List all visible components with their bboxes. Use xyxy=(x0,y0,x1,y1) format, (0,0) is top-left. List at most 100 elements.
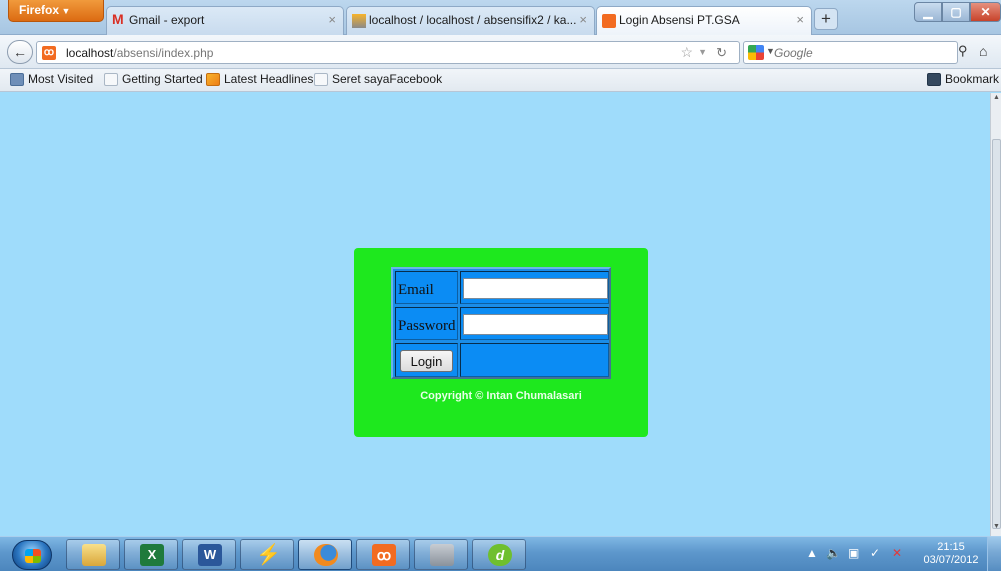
firefox-menu-label: Firefox xyxy=(19,3,60,17)
bookmarks-menu-label: Bookmark xyxy=(945,72,1000,86)
bookmark-getting-started[interactable]: Getting Started xyxy=(104,72,203,86)
folder-icon xyxy=(82,544,106,566)
search-bar[interactable]: ▼ xyxy=(743,41,958,64)
page-content: Email Password Login Copyright © Intan C… xyxy=(0,93,990,536)
google-icon[interactable] xyxy=(748,45,764,60)
taskbar-winamp[interactable]: ⚡ xyxy=(240,539,294,570)
dreamweaver-icon: d xyxy=(488,544,512,566)
url-dropdown-icon[interactable]: ▼ xyxy=(698,47,707,57)
page-icon xyxy=(104,73,118,86)
scroll-up-icon[interactable]: ▲ xyxy=(992,94,1001,104)
login-button[interactable]: Login xyxy=(400,350,453,372)
most-visited-icon xyxy=(10,73,24,86)
rss-icon xyxy=(206,73,220,86)
bookmark-label: Latest Headlines xyxy=(224,72,314,86)
xampp-icon: ꝏ xyxy=(372,544,396,566)
bookmark-star-icon[interactable]: ☆ xyxy=(680,44,693,61)
close-icon[interactable]: × xyxy=(328,12,336,27)
password-field[interactable] xyxy=(463,314,608,335)
reload-icon[interactable]: ↻ xyxy=(716,45,727,61)
page-icon xyxy=(314,73,328,86)
word-icon: W xyxy=(198,544,222,566)
address-bar[interactable]: ꝏ localhost/absensi/index.php ☆ ▼ ↻ xyxy=(36,41,740,64)
minimize-button[interactable]: ▁ xyxy=(914,2,942,22)
navigation-toolbar: ← ꝏ localhost/absensi/index.php ☆ ▼ ↻ ▼ … xyxy=(0,35,1001,69)
system-tray: ▲ 🔈 ▣ ✓ ✕ xyxy=(790,543,920,565)
vertical-scrollbar[interactable]: ▲ ▼ xyxy=(990,93,1001,536)
taskbar-clock[interactable]: 21:15 03/07/2012 xyxy=(922,541,980,567)
firefox-menu-button[interactable]: Firefox ▼ xyxy=(8,0,104,22)
show-desktop-button[interactable] xyxy=(987,537,1001,571)
taskbar-dreamweaver[interactable]: d xyxy=(472,539,526,570)
filezilla-icon xyxy=(430,544,454,566)
security-icon[interactable]: ✓ xyxy=(870,546,880,560)
device-icon[interactable]: ▣ xyxy=(848,546,859,560)
chevron-down-icon: ▼ xyxy=(59,6,71,16)
email-label-cell: Email xyxy=(395,271,458,304)
tab-phpmyadmin[interactable]: localhost / localhost / absensifix2 / ka… xyxy=(346,6,595,35)
new-tab-button[interactable]: + xyxy=(814,8,838,30)
home-icon[interactable]: ⌂ xyxy=(979,43,999,61)
bookmarks-toolbar: Most Visited Getting Started Latest Head… xyxy=(0,69,1001,92)
winamp-bolt-icon: ⚡ xyxy=(256,544,281,566)
bookmarks-icon xyxy=(927,73,941,86)
password-input-cell xyxy=(460,307,609,340)
scroll-down-icon[interactable]: ▼ xyxy=(992,523,1001,533)
tab-login-absensi[interactable]: Login Absensi PT.GSA × xyxy=(596,6,812,36)
bookmark-latest-headlines[interactable]: Latest Headlines xyxy=(206,72,313,86)
gmail-icon: M xyxy=(112,11,124,27)
login-button-cell: Login xyxy=(395,343,458,377)
taskbar-excel[interactable]: X xyxy=(124,539,178,570)
bookmark-label: Seret sayaFacebook xyxy=(332,72,443,86)
back-button[interactable]: ← xyxy=(7,40,33,64)
taskbar-firefox[interactable] xyxy=(298,539,352,570)
taskbar-xampp[interactable]: ꝏ xyxy=(356,539,410,570)
maximize-button[interactable]: ▢ xyxy=(942,2,970,22)
tab-label: localhost / localhost / absensifix2 / ka… xyxy=(369,13,577,27)
password-label-cell: Password xyxy=(395,307,458,340)
show-hidden-icons-icon[interactable]: ▲ xyxy=(806,546,818,560)
taskbar-word[interactable]: W xyxy=(182,539,236,570)
clock-time: 21:15 xyxy=(937,541,965,553)
back-arrow-icon: ← xyxy=(13,44,27,60)
clock-date: 03/07/2012 xyxy=(923,554,979,566)
bookmarks-menu[interactable]: Bookmark xyxy=(927,72,999,86)
password-label: Password xyxy=(398,318,456,334)
xampp-icon xyxy=(602,14,616,28)
windows-taskbar: X W ⚡ ꝏ d ▲ 🔈 ▣ ✓ ✕ 21:15 03/07/2012 xyxy=(0,536,1001,571)
close-icon[interactable]: × xyxy=(579,12,587,27)
tab-gmail[interactable]: M Gmail - export × xyxy=(106,6,344,35)
copyright-text: Copyright © Intan Chumalasari xyxy=(420,390,582,402)
email-input-cell xyxy=(460,271,609,304)
start-button[interactable] xyxy=(12,540,52,570)
bookmark-label: Getting Started xyxy=(122,72,203,86)
url-path: /absensi/index.php xyxy=(113,46,214,60)
empty-cell xyxy=(460,343,609,377)
close-icon[interactable]: × xyxy=(796,12,804,27)
scrollbar-thumb[interactable] xyxy=(992,139,1001,529)
windows-logo-icon xyxy=(25,549,41,563)
bookmark-seret-facebook[interactable]: Seret sayaFacebook xyxy=(314,72,442,86)
login-panel: Email Password Login Copyright © Intan C… xyxy=(354,248,648,437)
bookmark-most-visited[interactable]: Most Visited xyxy=(10,72,93,86)
phpmyadmin-icon xyxy=(352,14,366,28)
firefox-icon xyxy=(314,544,338,566)
volume-icon[interactable]: 🔈 xyxy=(826,546,841,560)
network-disconnected-icon[interactable]: ✕ xyxy=(892,546,902,560)
taskbar-explorer[interactable] xyxy=(66,539,120,570)
browser-titlebar: Firefox ▼ M Gmail - export × localhost /… xyxy=(0,0,1001,36)
bookmark-label: Most Visited xyxy=(28,72,94,86)
tab-label: Login Absensi PT.GSA xyxy=(619,13,740,27)
xampp-favicon-icon: ꝏ xyxy=(42,46,56,60)
url-host: localhost xyxy=(66,46,114,60)
login-form-table: Email Password Login xyxy=(391,267,611,379)
email-field[interactable] xyxy=(463,278,608,299)
excel-icon: X xyxy=(140,544,164,566)
email-label: Email xyxy=(398,282,434,298)
taskbar-filezilla[interactable] xyxy=(414,539,468,570)
search-input[interactable] xyxy=(774,43,924,62)
search-icon[interactable]: ⚲ xyxy=(958,43,974,61)
url-text[interactable]: localhost/absensi/index.php xyxy=(66,46,213,60)
close-window-button[interactable]: ✕ xyxy=(970,2,1001,22)
tab-label: Gmail - export xyxy=(129,13,205,27)
